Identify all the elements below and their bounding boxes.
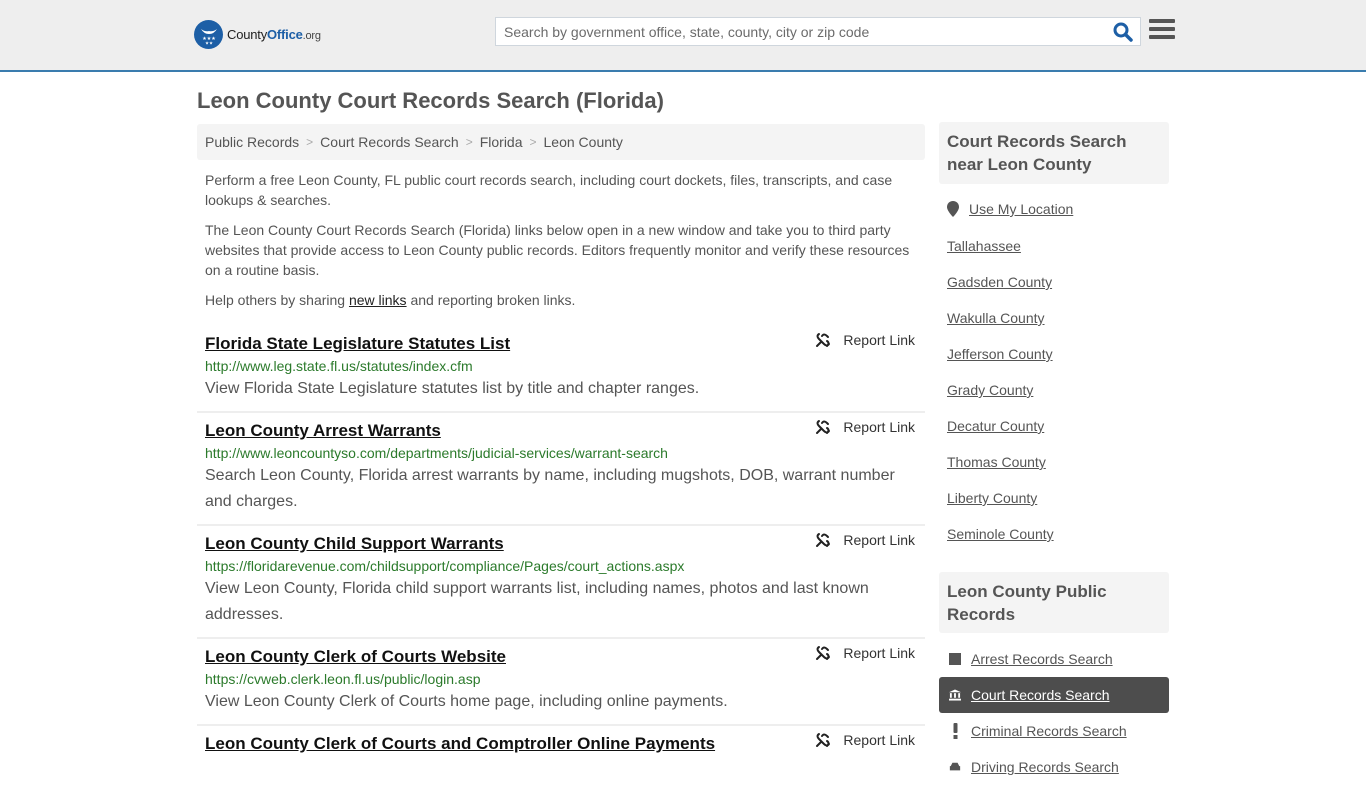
logo-text: CountyOffice.org bbox=[227, 27, 321, 42]
resource-url: http://www.leoncountyso.com/departments/… bbox=[205, 445, 668, 461]
list-item: Leon County Clerk of Courts and Comptrol… bbox=[197, 726, 925, 767]
breadcrumb-separator: > bbox=[465, 135, 473, 149]
search-icon bbox=[1113, 22, 1133, 42]
resource-title-link[interactable]: Leon County Clerk of Courts and Comptrol… bbox=[205, 730, 715, 758]
resource-title-link[interactable]: Leon County Child Support Warrants bbox=[205, 530, 504, 558]
nearby-link-tallahassee[interactable]: Tallahassee bbox=[947, 238, 1021, 254]
report-link-button[interactable]: Report Link bbox=[815, 532, 915, 548]
resource-title-link[interactable]: Leon County Arrest Warrants bbox=[205, 417, 441, 445]
nearby-link-grady[interactable]: Grady County bbox=[947, 382, 1033, 398]
broken-link-icon bbox=[816, 533, 831, 547]
resource-title-link[interactable]: Leon County Clerk of Courts Website bbox=[205, 643, 506, 671]
report-link-button[interactable]: Report Link bbox=[815, 732, 915, 748]
list-item: Leon County Arrest Warrants http://www.l… bbox=[197, 413, 925, 526]
search-box bbox=[495, 17, 1141, 46]
sidebar-item-criminal-records[interactable]: Criminal Records Search bbox=[939, 713, 1169, 749]
breadcrumb-separator: > bbox=[306, 135, 314, 149]
intro-share-paragraph: Help others by sharing new links and rep… bbox=[205, 292, 576, 308]
resource-title-link[interactable]: Florida State Legislature Statutes List bbox=[205, 330, 510, 358]
public-records-heading: Leon County Public Records bbox=[939, 572, 1169, 633]
list-item: Leon County Clerk of Courts Website http… bbox=[197, 639, 925, 726]
use-location-row: Use My Location bbox=[947, 201, 1073, 217]
nearby-link-decatur[interactable]: Decatur County bbox=[947, 418, 1044, 434]
resource-url: https://floridarevenue.com/childsupport/… bbox=[205, 558, 685, 574]
resource-description: View Leon County Clerk of Courts home pa… bbox=[205, 693, 728, 710]
intro-paragraph: The Leon County Court Records Search (Fl… bbox=[205, 222, 910, 278]
nearby-link-wakulla[interactable]: Wakulla County bbox=[947, 310, 1045, 326]
courthouse-icon bbox=[949, 689, 961, 701]
search-input[interactable] bbox=[496, 18, 1096, 45]
resource-url: http://www.leg.state.fl.us/statutes/inde… bbox=[205, 358, 473, 374]
map-pin-icon bbox=[947, 201, 959, 217]
intro-paragraph: Perform a free Leon County, FL public co… bbox=[205, 172, 893, 208]
broken-link-icon bbox=[816, 420, 831, 434]
exclamation-icon bbox=[949, 723, 961, 739]
nearby-link-seminole[interactable]: Seminole County bbox=[947, 526, 1054, 542]
resource-description: Search Leon County, Florida arrest warra… bbox=[205, 467, 895, 510]
sidebar-item-arrest-records[interactable]: Arrest Records Search bbox=[939, 641, 1169, 677]
site-logo[interactable]: ★★★ ★★ CountyOffice.org bbox=[194, 20, 321, 49]
broken-link-icon bbox=[816, 333, 831, 347]
resource-url: https://cvweb.clerk.leon.fl.us/public/lo… bbox=[205, 671, 481, 687]
report-link-button[interactable]: Report Link bbox=[815, 419, 915, 435]
search-button[interactable] bbox=[1112, 21, 1134, 43]
sidebar-item-driving-records[interactable]: Driving Records Search bbox=[939, 749, 1169, 785]
breadcrumb-public-records[interactable]: Public Records bbox=[205, 134, 299, 150]
nearby-link-liberty[interactable]: Liberty County bbox=[947, 490, 1037, 506]
report-link-button[interactable]: Report Link bbox=[815, 332, 915, 348]
breadcrumb: Public Records > Court Records Search > … bbox=[197, 124, 925, 160]
list-item: Leon County Child Support Warrants https… bbox=[197, 526, 925, 639]
resource-list: Florida State Legislature Statutes List … bbox=[197, 326, 925, 767]
svg-text:★★: ★★ bbox=[204, 40, 213, 45]
nearby-link-gadsden[interactable]: Gadsden County bbox=[947, 274, 1052, 290]
breadcrumb-florida[interactable]: Florida bbox=[480, 134, 523, 150]
nearby-heading: Court Records Search near Leon County bbox=[939, 122, 1169, 184]
sidebar-item-court-records[interactable]: Court Records Search bbox=[939, 677, 1169, 713]
intro-text: Perform a free Leon County, FL public co… bbox=[205, 170, 917, 320]
breadcrumb-separator: > bbox=[529, 135, 537, 149]
car-icon bbox=[949, 761, 961, 773]
report-link-button[interactable]: Report Link bbox=[815, 645, 915, 661]
breadcrumb-court-records-search[interactable]: Court Records Search bbox=[320, 134, 459, 150]
nearby-link-jefferson[interactable]: Jefferson County bbox=[947, 346, 1053, 362]
broken-link-icon bbox=[816, 733, 831, 747]
list-item: Florida State Legislature Statutes List … bbox=[197, 326, 925, 413]
page-title: Leon County Court Records Search (Florid… bbox=[197, 88, 664, 113]
resource-description: View Florida State Legislature statutes … bbox=[205, 380, 700, 397]
use-my-location-link[interactable]: Use My Location bbox=[969, 201, 1073, 217]
hamburger-menu-icon[interactable] bbox=[1149, 19, 1175, 41]
eagle-logo-icon: ★★★ ★★ bbox=[194, 20, 223, 49]
resource-description: View Leon County, Florida child support … bbox=[205, 580, 869, 623]
nearby-link-thomas[interactable]: Thomas County bbox=[947, 454, 1046, 470]
new-links-link[interactable]: new links bbox=[349, 292, 407, 308]
site-header: ★★★ ★★ CountyOffice.org bbox=[0, 0, 1366, 72]
breadcrumb-leon-county[interactable]: Leon County bbox=[544, 134, 623, 150]
square-icon bbox=[949, 653, 961, 665]
broken-link-icon bbox=[816, 646, 831, 660]
